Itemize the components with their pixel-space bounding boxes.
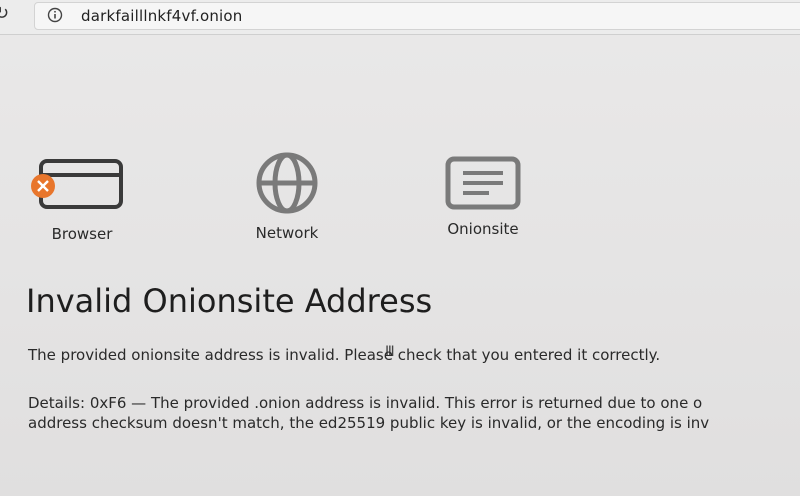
browser-toolbar: ↻ darkfailllnkf4vf.onion [0,0,800,35]
step-browser-label: Browser [51,225,113,243]
url-text[interactable]: darkfailllnkf4vf.onion [81,7,243,25]
step-browser: Browser [26,155,138,243]
reload-icon[interactable]: ↻ [0,5,10,23]
step-onionsite-label: Onionsite [447,220,519,238]
error-details-line-2: address checksum doesn't match, the ed25… [28,414,710,432]
info-icon[interactable] [47,7,63,23]
error-description: The provided onionsite address is invali… [28,346,661,364]
error-title: Invalid Onionsite Address [26,282,433,320]
onionsite-document-icon [445,156,521,210]
browser-window-icon [31,159,123,209]
step-network: Network [232,150,342,242]
step-onionsite: Onionsite [428,154,538,238]
step-network-label: Network [255,224,319,242]
url-bar[interactable]: darkfailllnkf4vf.onion [34,2,800,30]
error-details: Details: 0xF6 — The provided .onion addr… [28,393,800,433]
error-details-line-1: Details: 0xF6 — The provided .onion addr… [28,394,703,412]
globe-icon [256,152,318,214]
